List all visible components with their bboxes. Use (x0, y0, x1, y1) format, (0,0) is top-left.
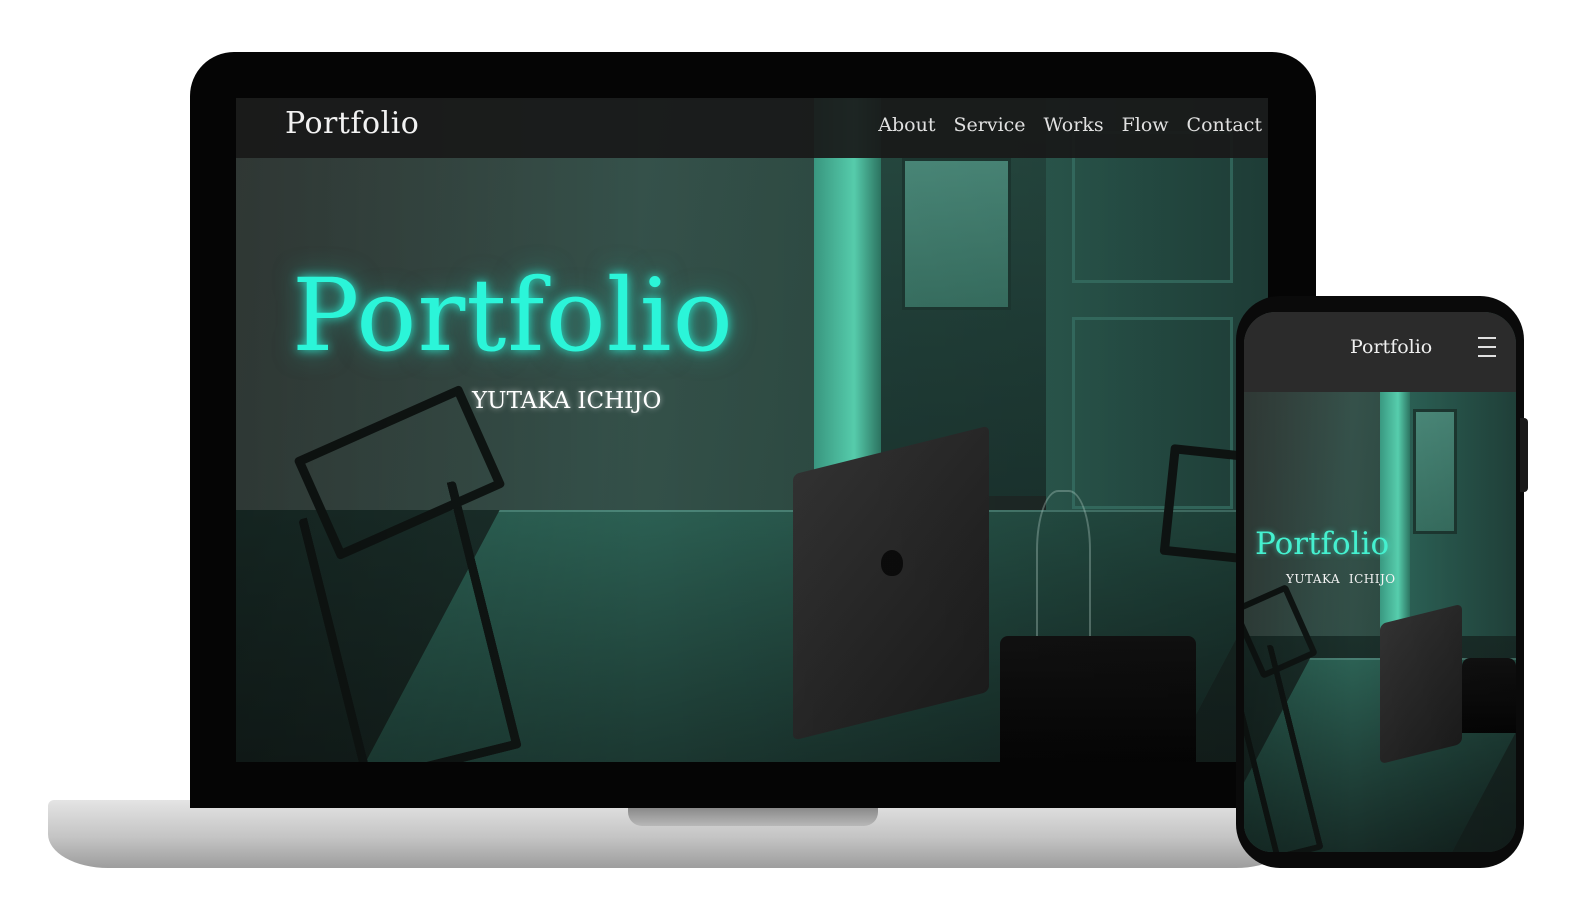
hero-background-image (236, 98, 1268, 762)
hero-title: Portfolio (292, 257, 734, 374)
phone-screen: Portfolio Portfolio YUTAKA ICHIJO (1244, 312, 1516, 852)
laptop-screen: Portfolio About Service Works Flow Conta… (236, 98, 1268, 762)
hero-subtitle: YUTAKA ICHIJO (472, 388, 662, 414)
mobile-header: Portfolio (1244, 312, 1516, 392)
nav-service[interactable]: Service (954, 114, 1026, 136)
mobile-hero-subtitle: YUTAKA ICHIJO (1286, 572, 1396, 586)
site-logo[interactable]: Portfolio (285, 106, 419, 141)
site-header: Portfolio About Service Works Flow Conta… (236, 98, 1268, 158)
mobile-hero-title: Portfolio (1255, 526, 1390, 562)
hamburger-icon[interactable] (1478, 337, 1496, 359)
main-nav: About Service Works Flow Contact (860, 114, 1262, 136)
nav-works[interactable]: Works (1044, 114, 1104, 136)
nav-contact[interactable]: Contact (1187, 114, 1262, 136)
phone-side-button (1520, 418, 1528, 492)
nav-about[interactable]: About (878, 114, 935, 136)
mobile-site-logo[interactable]: Portfolio (1350, 336, 1432, 358)
nav-flow[interactable]: Flow (1122, 114, 1169, 136)
laptop-notch (628, 808, 878, 826)
device-mockup: Portfolio About Service Works Flow Conta… (0, 0, 1578, 921)
